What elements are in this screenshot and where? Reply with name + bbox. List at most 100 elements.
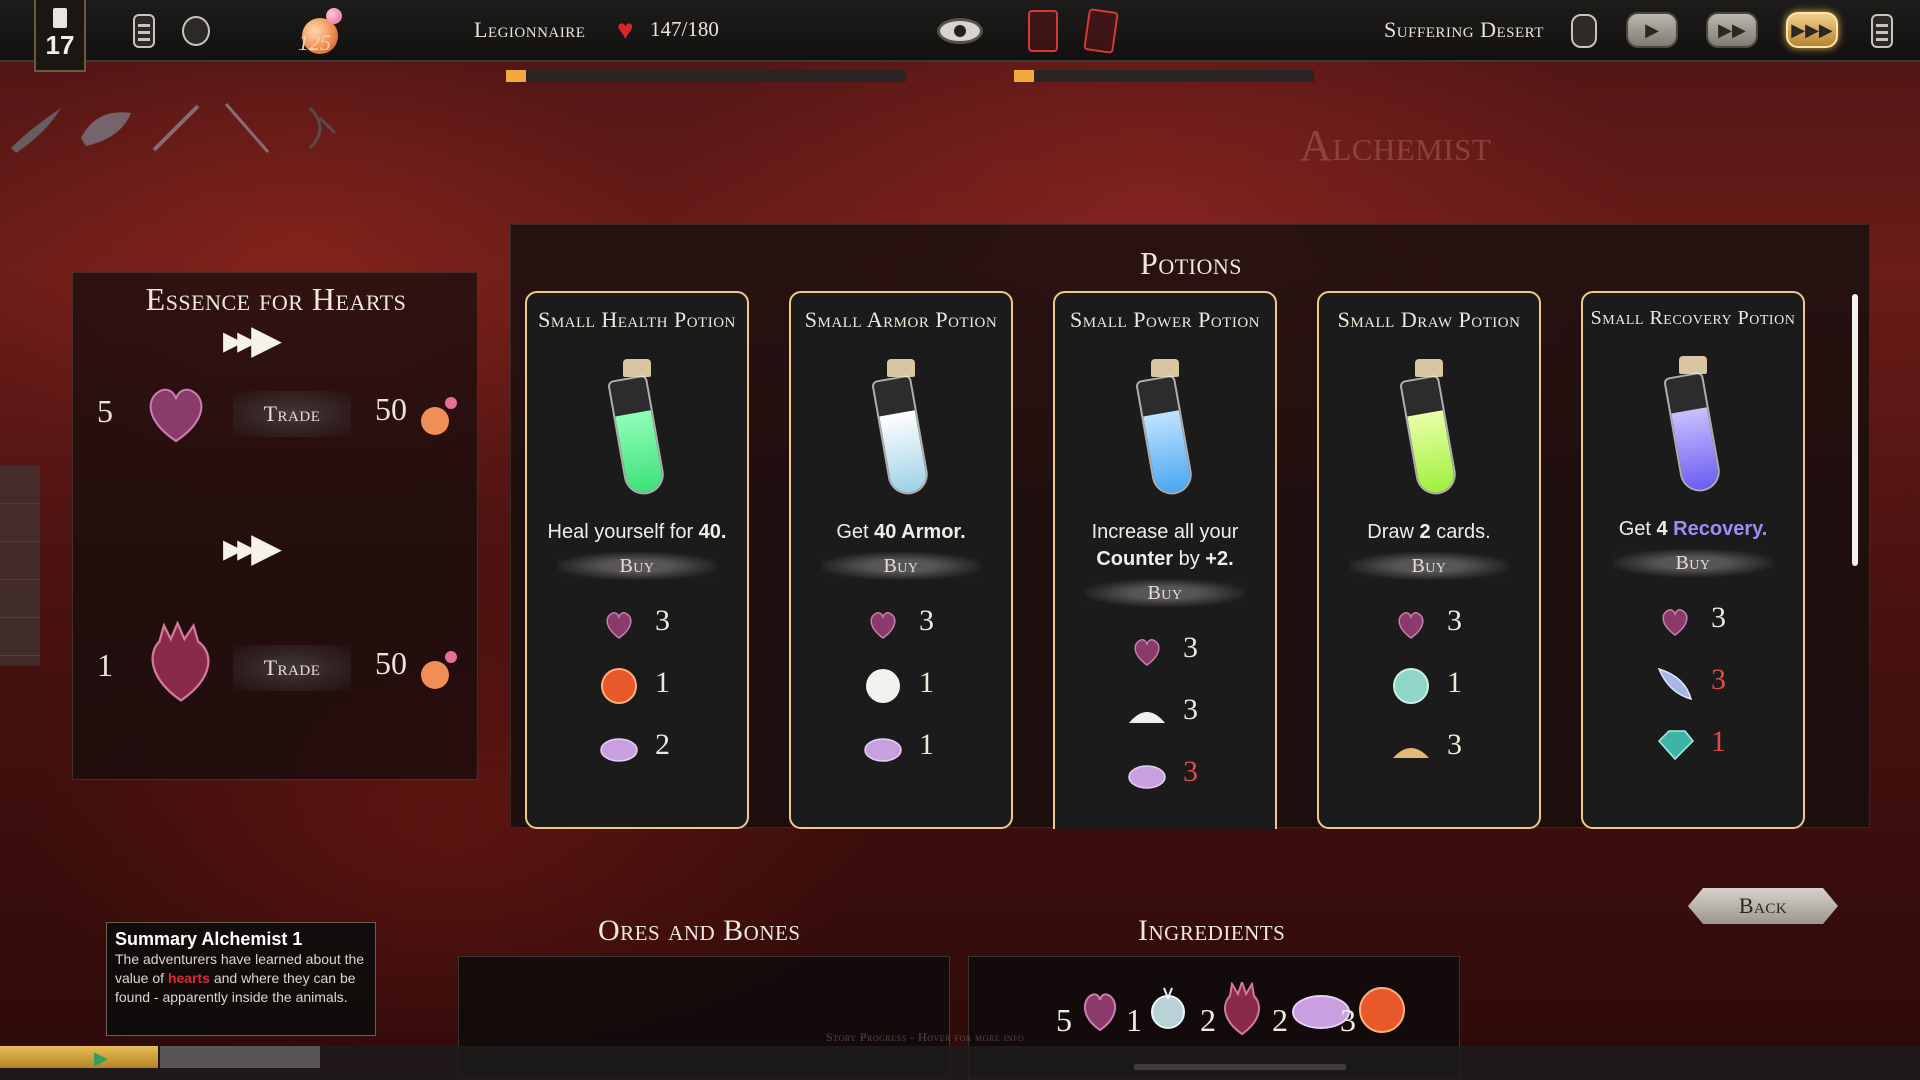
- teal-gem-icon: [1657, 730, 1695, 761]
- cost-row: 3: [1055, 685, 1275, 747]
- cost-value: 1: [919, 728, 934, 761]
- cost-row: 3: [791, 596, 1011, 658]
- ores-and-bones-title: Ores and Bones: [598, 914, 801, 947]
- settings-gear-icon[interactable]: [182, 14, 210, 48]
- potion-card-small-power[interactable]: Small Power Potion Increase all your Coun…: [1053, 291, 1277, 829]
- deck-icon: [53, 8, 67, 28]
- tarot-icon[interactable]: [1028, 10, 1058, 52]
- trade-heart-qty: 5: [97, 393, 113, 429]
- buy-button[interactable]: Buy: [557, 552, 717, 580]
- cost-value: 3: [1711, 601, 1726, 634]
- potion-vial-icon: [1135, 359, 1195, 499]
- lavender-crystal-icon: [600, 738, 638, 762]
- heart-ingredient-icon: [1083, 993, 1117, 1032]
- cost-value: 3: [919, 604, 934, 637]
- ingredient-count: 1: [1126, 1002, 1142, 1038]
- trade-row: 1 Trade 50: [73, 621, 479, 715]
- sand-pile-icon: [1393, 748, 1429, 758]
- buy-button[interactable]: Buy: [821, 552, 981, 580]
- relic-thread-icon[interactable]: [290, 98, 350, 158]
- potion-description: Get 4 Recovery.: [1618, 518, 1768, 540]
- potion-card-small-armor[interactable]: Small Armor Potion Get 40 Armor. Buy 3 1…: [789, 291, 1013, 829]
- lavender-crystal-icon: [1128, 765, 1166, 789]
- potion-vial-icon: [607, 359, 667, 499]
- cost-row: 3: [1583, 593, 1803, 655]
- spiky-heart-icon: [151, 621, 210, 702]
- back-button[interactable]: Back: [1688, 888, 1838, 924]
- scroll-icon[interactable]: [1083, 8, 1119, 54]
- cost-row: 1: [791, 658, 1011, 720]
- potion-description: Get 40 Armor.: [836, 521, 966, 543]
- boss-progress-bar: [1014, 70, 1314, 82]
- summary-text: The adventurers have learned about the v…: [115, 951, 365, 1005]
- fast-forward-button[interactable]: ▶▶: [1706, 12, 1758, 48]
- buy-button[interactable]: Buy: [1349, 552, 1509, 580]
- side-tabs[interactable]: [0, 466, 40, 666]
- relic-wing-icon[interactable]: [76, 98, 136, 158]
- trade-row: 5 Trade 50: [73, 371, 479, 461]
- cost-value: 3: [1447, 604, 1462, 637]
- top-bar: 17 125 Legionnaire ♥ 147/180 Suffering D…: [0, 0, 1920, 72]
- summary-title: Summary Alchemist 1: [115, 929, 303, 949]
- potion-vial-icon: [1399, 359, 1459, 499]
- potions-scrollbar[interactable]: [1852, 294, 1858, 566]
- play-speed-button[interactable]: ▶: [1626, 12, 1678, 48]
- cost-row: 1: [1319, 658, 1539, 720]
- potion-description: Increase all your Counter by +2.: [1091, 521, 1239, 570]
- day-progress-bar: [506, 70, 906, 82]
- trade-button[interactable]: Trade: [233, 391, 351, 437]
- trade-arrows-icon: ▸▸▶: [223, 525, 282, 571]
- story-progress-bar[interactable]: ▶: [0, 1046, 1920, 1080]
- relic-feather-icon[interactable]: [6, 98, 66, 158]
- cost-row: 1: [791, 720, 1011, 782]
- potion-name: Small Health Potion: [538, 307, 736, 332]
- cost-value: 1: [1447, 666, 1462, 699]
- buy-button[interactable]: Buy: [1613, 549, 1773, 577]
- potion-card-small-draw[interactable]: Small Draw Potion Draw 2 cards. Buy 3 1 …: [1317, 291, 1541, 829]
- cost-value: 1: [655, 666, 670, 699]
- relic-spear-icon[interactable]: [216, 98, 276, 158]
- cost-value: 1: [919, 666, 934, 699]
- level-number: 17: [45, 30, 75, 60]
- story-progress-label: Story Progress - Hover for more info: [826, 1030, 1025, 1044]
- trade-arrows-icon: ▸▸▶: [223, 317, 282, 363]
- essence-flask-icon: [421, 397, 457, 435]
- region-name: Suffering Desert: [1384, 17, 1544, 42]
- potion-vial-icon: [1663, 356, 1723, 496]
- deck-level-badge[interactable]: 17: [34, 0, 86, 72]
- heart-ingredient-icon: [870, 612, 896, 639]
- orange-orb-icon: [601, 668, 637, 704]
- menu-icon[interactable]: [1868, 14, 1896, 48]
- trade-essence-out: 50: [375, 645, 407, 681]
- potion-description: Draw 2 cards.: [1367, 521, 1491, 543]
- cost-row: 1: [1583, 717, 1803, 779]
- lavender-crystal-icon: [864, 738, 902, 762]
- potion-name: Small Armor Potion: [804, 307, 998, 332]
- salt-pile-icon: [1129, 712, 1165, 723]
- fastest-forward-button[interactable]: ▶▶▶: [1786, 12, 1838, 48]
- potion-name: Small Power Potion: [1069, 307, 1260, 332]
- play-icon: ▶: [94, 1048, 108, 1069]
- eye-icon[interactable]: [937, 18, 983, 44]
- trade-panel-title: Essence for Hearts: [145, 281, 407, 317]
- essence-flask-icon: 125: [296, 6, 348, 58]
- essence-for-hearts-panel: Essence for Hearts ▸▸▶ 5 Trade 50 ▸▸▶ 1 …: [72, 272, 478, 780]
- hp-value: 147/180: [650, 17, 719, 41]
- compass-icon[interactable]: [1570, 14, 1598, 48]
- trade-button[interactable]: Trade: [233, 645, 351, 691]
- potion-card-small-health[interactable]: Small Health Potion Heal yourself for 40…: [525, 291, 749, 829]
- ingredient-count: 2: [1200, 1002, 1216, 1038]
- potion-description: Heal yourself for 40.: [547, 521, 727, 543]
- cost-value: 3: [655, 604, 670, 637]
- cost-value: 3: [1183, 631, 1198, 664]
- cost-value: 3: [1183, 755, 1198, 788]
- cost-row: 3: [1055, 623, 1275, 685]
- potion-vial-icon: [871, 359, 931, 499]
- map-icon[interactable]: [130, 14, 158, 48]
- heart-icon: ♥: [617, 15, 634, 46]
- relic-dagger-icon[interactable]: [146, 98, 206, 158]
- potion-card-small-recovery[interactable]: Small Recovery Potion Get 4 Recovery. Bu…: [1581, 291, 1805, 829]
- buy-button[interactable]: Buy: [1085, 579, 1245, 607]
- essence-flask-icon: [421, 651, 457, 689]
- teal-orb-icon: [1393, 668, 1429, 704]
